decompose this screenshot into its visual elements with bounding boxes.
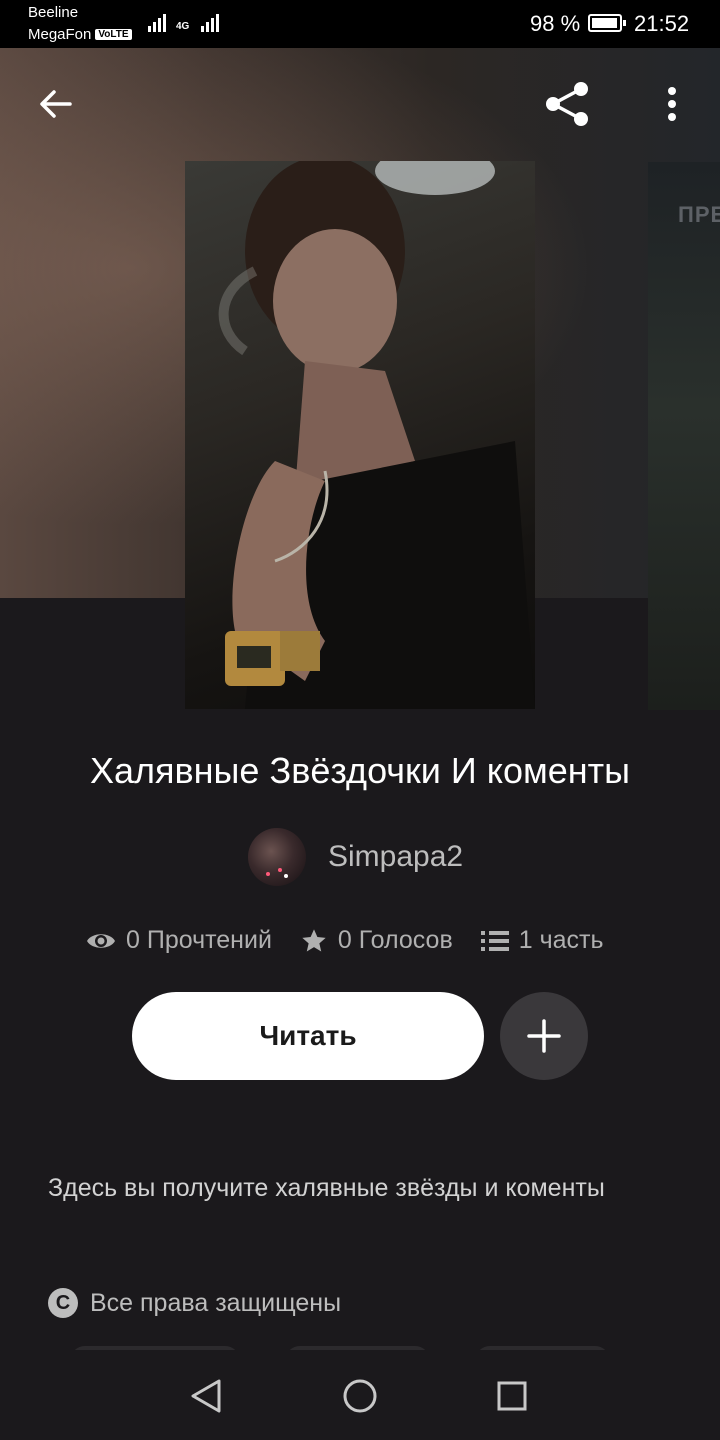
add-to-library-button[interactable] (500, 992, 588, 1080)
volte-badge: VoLTE (95, 29, 132, 40)
battery-icon (588, 14, 626, 32)
next-story-cover[interactable]: ПРЕ (648, 162, 720, 710)
circle-home-icon (343, 1379, 377, 1413)
avatar[interactable] (248, 828, 306, 886)
copyright-notice: C Все права защищены (48, 1288, 341, 1318)
signal-bars-icon (148, 14, 166, 32)
story-description: Здесь вы получите халявные звёзды и коме… (48, 1174, 605, 1202)
list-icon (480, 930, 509, 951)
next-story-cover-text: ПРЕ (678, 202, 720, 227)
read-button[interactable]: Читать (132, 992, 484, 1080)
square-recents-icon (497, 1381, 527, 1411)
parts-stat: 1 часть (480, 926, 604, 955)
reads-stat: 0 Прочтений (86, 926, 272, 955)
star-icon (302, 928, 326, 951)
cover-image (218, 161, 535, 709)
share-icon (546, 82, 588, 126)
more-options-button[interactable] (650, 78, 694, 130)
network-type: 4G (176, 21, 190, 32)
story-stats: 0 Прочтений 0 Голосов 1 часть (86, 926, 632, 955)
eye-icon (87, 933, 115, 948)
story-title: Халявные Звёздочки И коменты (90, 750, 630, 791)
signal-bars-icon (201, 14, 220, 32)
story-cover[interactable] (185, 161, 535, 709)
nav-recents-button[interactable] (482, 1368, 542, 1424)
status-bar: Beeline MegaFon VoLTE 4G 98 % 21:52 (0, 0, 720, 48)
clock: 21:52 (634, 11, 690, 36)
nav-back-button[interactable] (176, 1368, 236, 1424)
carrier-secondary: MegaFon VoLTE (28, 26, 132, 43)
signal-indicators: 4G (148, 14, 220, 32)
share-button[interactable] (540, 78, 596, 130)
triangle-back-icon (191, 1379, 221, 1413)
author-name[interactable]: Simpapa2 (328, 840, 463, 874)
votes-count: 0 Голосов (337, 926, 453, 954)
system-navigation-bar (0, 1350, 720, 1440)
plus-icon (527, 1019, 561, 1053)
carrier-secondary-label: MegaFon (28, 26, 92, 43)
back-button[interactable] (28, 78, 84, 130)
copyright-icon: C (48, 1288, 78, 1318)
more-vertical-icon (668, 87, 676, 121)
carrier-primary: Beeline (28, 4, 79, 21)
arrow-left-icon (40, 90, 72, 118)
nav-home-button[interactable] (330, 1368, 390, 1424)
copyright-text: Все права защищены (90, 1288, 342, 1317)
battery-percent: 98 % (530, 11, 581, 36)
votes-stat: 0 Голосов (300, 926, 453, 955)
author-link[interactable]: Simpapa2 (248, 828, 463, 886)
parts-count: 1 часть (518, 926, 604, 954)
reads-count: 0 Прочтений (126, 926, 272, 954)
